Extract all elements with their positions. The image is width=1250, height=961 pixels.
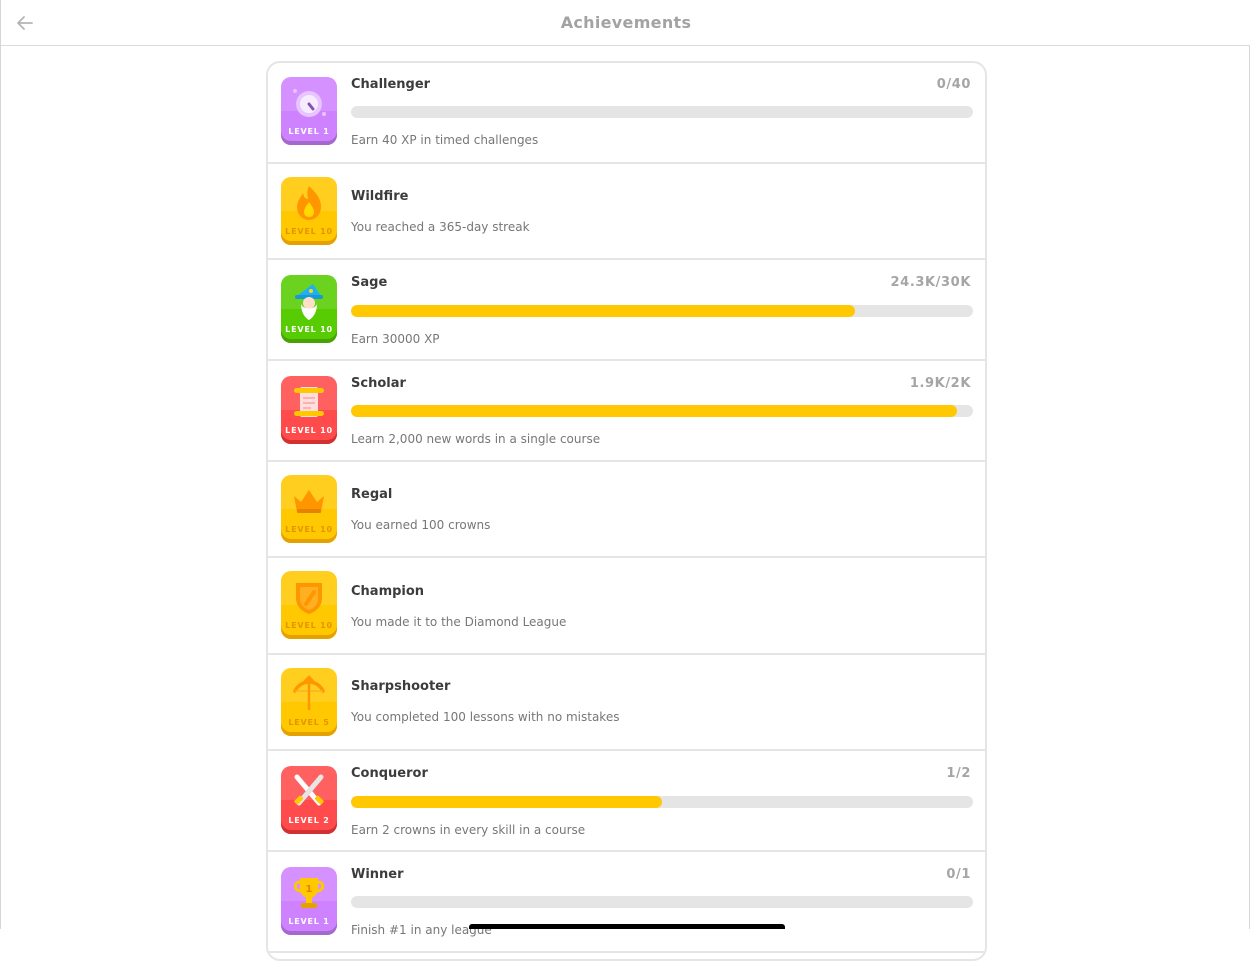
badge-level-label: LEVEL 10 (285, 525, 333, 534)
achievement-progress-count: 24.3K/30K (890, 275, 971, 290)
achievement-title: Challenger (351, 77, 431, 92)
badge-level-label: LEVEL 10 (285, 621, 333, 630)
svg-text:1: 1 (306, 884, 313, 895)
achievement-title: Winner (351, 867, 404, 882)
achievement-progress-count: 1.9K/2K (909, 376, 971, 391)
achievement-description: You made it to the Diamond League (351, 615, 567, 629)
top-bar: Achievements (1, 0, 1250, 46)
progress-bar-fill (351, 305, 855, 317)
overlay-strip (469, 924, 785, 929)
achievement-badge: LEVEL 5 (281, 668, 337, 736)
achievement-description: Learn 2,000 new words in a single course (351, 432, 601, 446)
achievement-badge: LEVEL 10 (281, 475, 337, 543)
achievement-title: Wildfire (351, 189, 409, 204)
achievement-description: Earn 40 XP in timed challenges (351, 133, 539, 147)
achievement-description: You completed 100 lessons with no mistak… (351, 710, 620, 724)
badge-level-label: LEVEL 10 (285, 227, 333, 236)
achievement-description: Earn 2 crowns in every skill in a course (351, 823, 586, 837)
trophy-icon: 1 (293, 878, 325, 908)
achievement-progress-count: 1/2 (946, 766, 971, 781)
achievement-progress-count: 0/1 (946, 867, 971, 882)
achievement-row-wildfire[interactable]: LEVEL 10 Wildfire You reached a 365-day st… (268, 164, 985, 260)
achievement-row-scholar[interactable]: LEVEL 10 Scholar 1.9K/2K Learn 2,000 new wo… (268, 361, 985, 462)
achievement-description: You reached a 365-day streak (351, 220, 530, 234)
achievement-badge: LEVEL 10 (281, 571, 337, 639)
page-title: Achievements (560, 13, 692, 32)
achievement-badge: LEVEL 10 (281, 275, 337, 343)
app-window: Achievements LEVEL 1 Challenger 0/40 Earn 4… (0, 0, 1250, 961)
crown-icon (294, 490, 324, 513)
achievement-title: Sage (351, 275, 388, 290)
progress-bar-fill (351, 796, 662, 808)
achievement-progress-bar (351, 405, 973, 417)
badge-level-label: LEVEL 10 (285, 426, 333, 435)
achievement-badge: 1 LEVEL 1 (281, 867, 337, 935)
achievement-row-regal[interactable]: LEVEL 10 Regal You earned 100 crowns (268, 462, 985, 558)
achievement-badge: LEVEL 1 (281, 77, 337, 145)
achievement-row-sage[interactable]: LEVEL 10 Sage 24.3K/30K Earn 30000 XP (268, 260, 985, 361)
bow-icon (293, 675, 325, 711)
badge-level-label: LEVEL 1 (288, 917, 330, 926)
achievement-description: Earn 30000 XP (351, 332, 440, 346)
achievement-progress-bar (351, 305, 973, 317)
swords-icon (294, 774, 324, 806)
achievement-progress-bar (351, 896, 973, 908)
achievement-progress-bar (351, 796, 973, 808)
achievement-row-conqueror[interactable]: LEVEL 2 Conqueror 1/2 Earn 2 crowns in ever… (268, 751, 985, 852)
achievement-badge: LEVEL 10 (281, 376, 337, 444)
achievement-row-challenger[interactable]: LEVEL 1 Challenger 0/40 Earn 40 XP in timed… (268, 63, 985, 164)
achievement-row-sharpshooter[interactable]: LEVEL 5 Sharpshooter You completed 100 les… (268, 655, 985, 751)
badge-level-label: LEVEL 5 (288, 718, 330, 727)
stopwatch-icon (293, 89, 326, 117)
badge-level-label: LEVEL 1 (288, 127, 330, 136)
achievement-title: Champion (351, 584, 425, 599)
achievement-row-champion[interactable]: LEVEL 10 Champion You made it to the Diamo… (268, 558, 985, 655)
achievement-description: You earned 100 crowns (351, 518, 491, 532)
badge-level-label: LEVEL 10 (285, 325, 333, 334)
achievement-badge: LEVEL 2 (281, 766, 337, 834)
badge-level-label: LEVEL 2 (288, 816, 330, 825)
achievement-progress-count: 0/40 (936, 77, 971, 92)
achievement-progress-bar (351, 106, 973, 118)
wizard-icon (295, 284, 323, 320)
achievements-list[interactable]: LEVEL 1 Challenger 0/40 Earn 40 XP in timed… (266, 61, 987, 961)
scroll-icon (294, 387, 324, 417)
achievement-title: Sharpshooter (351, 679, 451, 694)
achievement-title: Conqueror (351, 766, 428, 781)
achievement-row-winner[interactable]: 1 LEVEL 1 Winner 0/1 Finish #1 in any league (268, 852, 985, 953)
progress-bar-fill (351, 405, 958, 417)
shield-icon (296, 583, 322, 614)
flame-icon (297, 186, 321, 220)
achievement-badge: LEVEL 10 (281, 177, 337, 245)
achievement-title: Regal (351, 487, 393, 502)
achievement-title: Scholar (351, 376, 406, 391)
